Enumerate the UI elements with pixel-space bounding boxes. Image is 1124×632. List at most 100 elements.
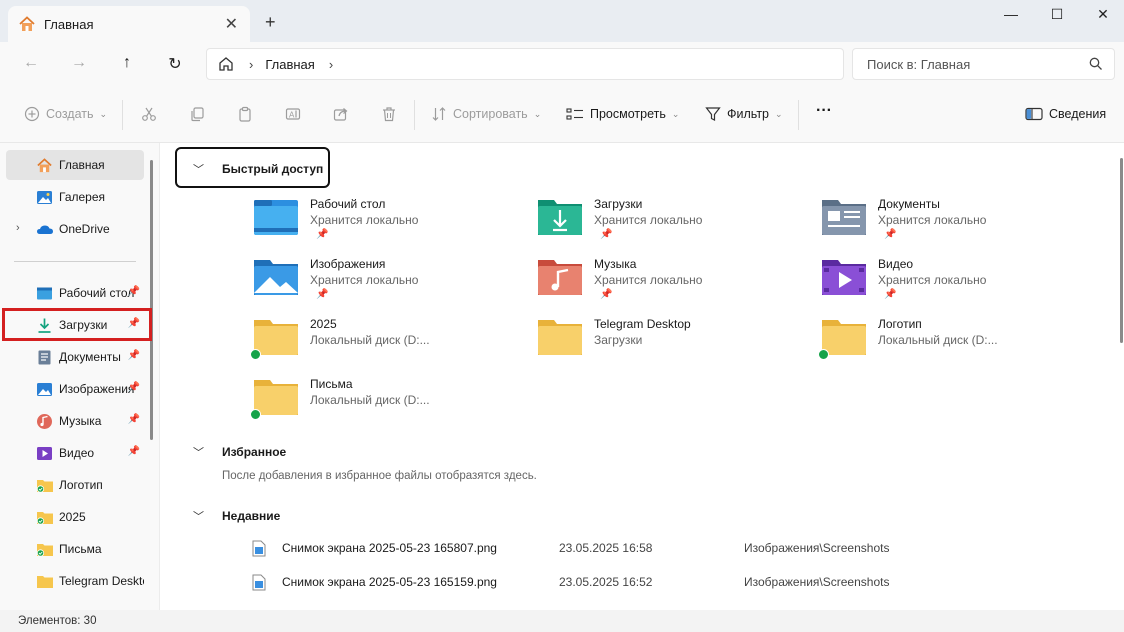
minimize-button[interactable]: —	[988, 6, 1034, 28]
chevron-down-icon: ⌄	[99, 108, 108, 119]
filter-label: Фильтр	[727, 107, 769, 121]
folder-synced-icon	[36, 480, 53, 493]
tab-home[interactable]: Главная ✕	[8, 6, 250, 42]
item-subtitle: Хранится локально	[594, 213, 703, 227]
pin-icon: 📌	[884, 289, 897, 300]
sidebar-item-label: Логотип	[59, 478, 103, 492]
pin-icon[interactable]: 📌	[128, 414, 140, 425]
recent-row[interactable]: Снимок экрана 2025-05-23 165807.png 23.0…	[252, 538, 932, 560]
svg-text:A: A	[289, 111, 295, 120]
item-count: Элементов: 30	[18, 615, 97, 627]
item-name: Музыка	[594, 257, 637, 271]
share-button[interactable]	[333, 106, 349, 122]
breadcrumb[interactable]: Главная	[265, 57, 314, 72]
quick-access-item[interactable]: Telegram Desktop Загрузки	[538, 317, 808, 373]
sidebar-item-label: OneDrive	[59, 222, 110, 236]
maximize-button[interactable]: ☐	[1034, 6, 1080, 28]
pin-icon: 📌	[600, 229, 613, 240]
sidebar-item-video[interactable]: Видео 📌	[6, 438, 144, 468]
pin-icon[interactable]: 📌	[128, 382, 140, 393]
view-button[interactable]: Просмотреть ⌄	[566, 106, 679, 122]
details-button[interactable]: Сведения	[1025, 106, 1106, 122]
rename-button[interactable]: A	[285, 106, 301, 122]
desktop-folder-icon	[254, 200, 298, 235]
chevron-right-icon[interactable]: ›	[329, 57, 333, 72]
copy-button[interactable]	[189, 106, 205, 122]
synced-check-icon	[250, 349, 261, 360]
sidebar-item-pictures[interactable]: Изображения 📌	[6, 374, 144, 404]
pin-icon: 📌	[600, 289, 613, 300]
cut-button[interactable]	[141, 106, 157, 122]
item-subtitle: Хранится локально	[878, 213, 987, 227]
recent-file-name: Снимок экрана 2025-05-23 165159.png	[282, 575, 497, 589]
divider	[122, 100, 123, 130]
status-bar: Элементов: 30	[0, 610, 1124, 632]
sidebar-item-onedrive[interactable]: OneDrive	[6, 214, 144, 244]
tab-title: Главная	[44, 16, 94, 32]
home-outline-icon	[219, 57, 233, 71]
chevron-right-icon: ›	[249, 56, 254, 72]
content-scrollbar[interactable]	[1120, 158, 1123, 343]
create-button[interactable]: Создать ⌄	[24, 106, 107, 122]
sidebar-item-2025[interactable]: 2025	[6, 502, 144, 532]
pin-icon: 📌	[884, 229, 897, 240]
sidebar-item-documents[interactable]: Документы 📌	[6, 342, 144, 372]
rename-icon: A	[285, 108, 301, 120]
sidebar-item-music[interactable]: Музыка 📌	[6, 406, 144, 436]
quick-access-item[interactable]: Логотип Локальный диск (D:...	[818, 317, 1092, 373]
item-name: Загрузки	[594, 197, 643, 211]
trash-icon	[383, 107, 395, 122]
quick-access-item[interactable]: Изображения Хранится локально 📌	[254, 257, 524, 313]
pin-icon: 📌	[316, 289, 329, 300]
sidebar-item-home[interactable]: Главная	[6, 150, 144, 180]
sidebar-item-telegram[interactable]: Telegram Desktop	[6, 566, 144, 596]
sidebar-scrollbar[interactable]	[150, 160, 153, 440]
recent-header[interactable]: ﹀ Недавние	[193, 508, 280, 524]
pin-icon[interactable]: 📌	[128, 446, 140, 457]
pin-icon[interactable]: 📌	[128, 286, 140, 297]
scissors-icon	[142, 107, 156, 121]
delete-button[interactable]	[381, 106, 397, 122]
quick-access-item[interactable]: Документы Хранится локально 📌	[822, 197, 1092, 253]
sidebar-item-logo[interactable]: Логотип	[6, 470, 144, 500]
music-icon	[37, 414, 52, 429]
quick-access-item[interactable]: Письма Локальный диск (D:...	[250, 377, 524, 433]
favorites-header[interactable]: ﹀ Избранное	[193, 444, 286, 460]
back-button[interactable]: ←	[19, 54, 43, 76]
forward-button[interactable]: →	[67, 54, 91, 76]
up-button[interactable]: ↑	[115, 54, 139, 76]
recent-file-date: 23.05.2025 16:58	[559, 541, 653, 555]
quick-access-item[interactable]: 2025 Локальный диск (D:...	[250, 317, 524, 373]
sidebar-item-letters[interactable]: Письма	[6, 534, 144, 564]
sort-button[interactable]: Сортировать ⌄	[431, 106, 541, 122]
sidebar-item-label: Музыка	[59, 414, 102, 428]
image-file-icon	[252, 540, 266, 557]
quick-access-header[interactable]: ﹀ Быстрый доступ	[193, 161, 323, 177]
folder-icon	[254, 380, 298, 415]
address-bar[interactable]: › Главная ›	[206, 48, 844, 80]
filter-icon	[705, 107, 721, 121]
close-window-button[interactable]: ✕	[1080, 6, 1124, 28]
quick-access-item[interactable]: Загрузки Хранится локально 📌	[538, 197, 808, 253]
quick-access-item[interactable]: Видео Хранится локально 📌	[822, 257, 1092, 313]
chevron-down-icon: ﹀	[193, 164, 204, 176]
pin-icon[interactable]: 📌	[128, 350, 140, 361]
folder-icon	[37, 576, 53, 588]
item-name: Изображения	[310, 257, 386, 271]
filter-button[interactable]: Фильтр ⌄	[705, 106, 783, 122]
quick-access-item[interactable]: Рабочий стол Хранится локально 📌	[254, 197, 524, 253]
tab-close-button[interactable]: ✕	[225, 14, 238, 34]
recent-row[interactable]: Снимок экрана 2025-05-23 165159.png 23.0…	[252, 572, 932, 594]
paste-button[interactable]	[237, 106, 253, 122]
item-name: Письма	[310, 377, 353, 391]
sidebar-item-gallery[interactable]: Галерея	[6, 182, 144, 212]
search-input[interactable]: Поиск в: Главная	[852, 48, 1115, 80]
chevron-down-icon: ﹀	[193, 447, 204, 459]
new-tab-button[interactable]: +	[265, 12, 276, 33]
refresh-button[interactable]: ↻	[163, 54, 187, 76]
sidebar-item-desktop[interactable]: Рабочий стол 📌	[6, 278, 144, 308]
quick-access-item[interactable]: Музыка Хранится локально 📌	[538, 257, 808, 313]
more-options-button[interactable]: ···	[816, 102, 832, 120]
item-subtitle: Локальный диск (D:...	[310, 393, 430, 407]
sidebar-item-label: Документы	[59, 350, 121, 364]
